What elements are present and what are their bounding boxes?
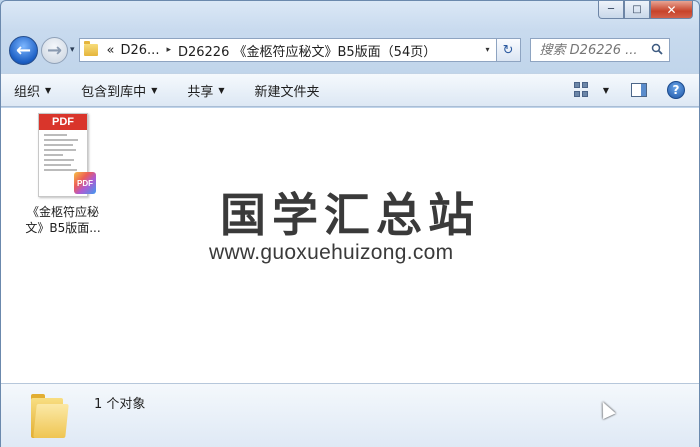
watermark-url: www.guoxuehuizong.com (209, 241, 454, 264)
include-in-library-menu[interactable]: 包含到库中 ▼ (81, 81, 157, 100)
pdf-app-badge-icon: PDF (74, 172, 96, 194)
file-list-area[interactable]: PDF PDF 《金柩符应秘 文》B5版面... 国学汇总站 www.guoxu… (1, 108, 699, 383)
share-label: 共享 (187, 84, 214, 100)
breadcrumb-separator-icon[interactable]: ▸ (162, 45, 175, 55)
back-button[interactable]: ← (9, 35, 38, 65)
view-options-chevron-icon[interactable]: ▼ (603, 86, 609, 95)
chevron-down-icon: ▼ (45, 85, 52, 95)
breadcrumb-item-current[interactable]: D26226 《金柩符应秘文》B5版面（54页） (175, 41, 439, 60)
chevron-down-icon: ▼ (151, 85, 158, 95)
details-pane: 1 个对象 (1, 383, 699, 447)
share-menu[interactable]: 共享 ▼ (187, 81, 224, 100)
pdf-label: PDF (39, 114, 87, 130)
file-name-line-1: 《金柩符应秘 (26, 205, 99, 219)
address-dropdown-icon[interactable]: ▾ (486, 45, 490, 54)
preview-pane-icon[interactable] (631, 83, 647, 97)
organize-menu[interactable]: 组织 ▼ (14, 81, 51, 100)
help-icon[interactable]: ? (667, 81, 685, 99)
folder-icon (83, 41, 98, 56)
search-input[interactable] (539, 42, 650, 58)
refresh-button[interactable]: ↻ (496, 38, 521, 62)
maximize-button[interactable]: □ (624, 1, 650, 19)
folder-icon (31, 392, 69, 438)
explorer-window: ─ □ ✕ ← → ▾ « D26... ▸ D26226 《金柩符应秘文》B5… (0, 0, 700, 447)
item-count: 1 个对象 (94, 397, 146, 412)
caption-buttons: ─ □ ✕ (598, 1, 693, 19)
navigation-bar: ← → ▾ « D26... ▸ D26226 《金柩符应秘文》B5版面（54页… (9, 35, 691, 65)
watermark-title: 国学汇总站 (220, 188, 480, 242)
file-name-line-2: 文》B5版面... (25, 221, 101, 235)
command-bar: 组织 ▼ 包含到库中 ▼ 共享 ▼ 新建文件夹 ▼ ? (1, 73, 699, 107)
chevron-down-icon: ▼ (218, 85, 225, 95)
minimize-button[interactable]: ─ (598, 1, 624, 19)
address-bar[interactable]: « D26... ▸ D26226 《金柩符应秘文》B5版面（54页） ▾ (78, 38, 497, 62)
breadcrumb-item-parent[interactable]: D26... (118, 43, 163, 58)
new-folder-button[interactable]: 新建文件夹 (255, 81, 320, 100)
forward-button[interactable]: → (41, 36, 68, 64)
search-box[interactable] (529, 38, 670, 62)
breadcrumb-overflow[interactable]: « (104, 43, 118, 58)
pdf-text-lines (44, 134, 82, 174)
organize-label: 组织 (14, 84, 41, 100)
search-icon[interactable] (651, 43, 663, 55)
file-name: 《金柩符应秘 文》B5版面... (19, 204, 107, 236)
include-in-library-label: 包含到库中 (81, 84, 147, 100)
recent-pages-chevron-icon[interactable]: ▾ (70, 45, 75, 55)
change-view-icon[interactable] (573, 82, 590, 98)
new-folder-label: 新建文件夹 (254, 84, 320, 100)
pdf-file-icon: PDF PDF (38, 113, 96, 197)
view-controls: ▼ ? (573, 81, 685, 99)
pdf-file-item[interactable]: PDF PDF 《金柩符应秘 文》B5版面... (19, 113, 107, 236)
close-button[interactable]: ✕ (650, 1, 693, 19)
